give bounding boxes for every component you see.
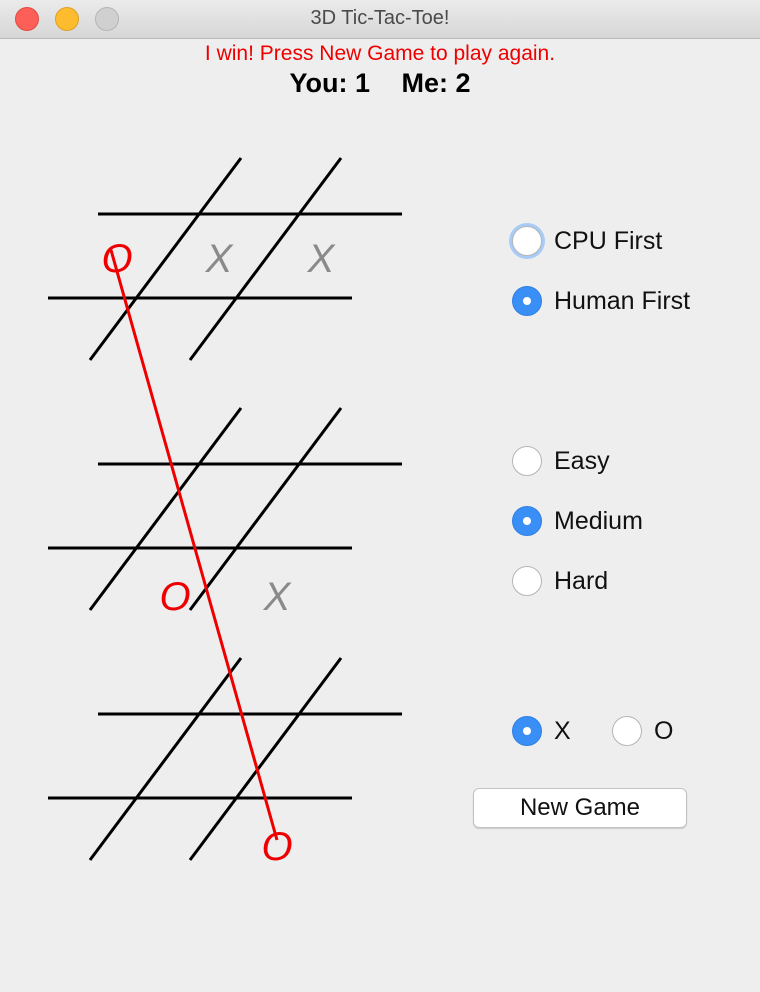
radio-circle[interactable]	[512, 506, 542, 536]
play-as-o-label: O	[654, 716, 674, 745]
easy-radio[interactable]: Easy	[512, 446, 610, 476]
x-mark: X	[307, 237, 336, 281]
game-board[interactable]: O X XO XO	[0, 0, 460, 900]
human-first-radio[interactable]: Human First	[512, 286, 690, 316]
cpu-first-radio[interactable]: CPU First	[512, 226, 662, 256]
radio-circle[interactable]	[512, 226, 542, 256]
play-as-x-radio[interactable]: X	[512, 716, 571, 746]
x-mark: X	[263, 575, 292, 619]
radio-circle[interactable]	[512, 286, 542, 316]
hard-radio[interactable]: Hard	[512, 566, 608, 596]
x-mark: X	[205, 237, 234, 281]
radio-circle[interactable]	[512, 446, 542, 476]
cpu-first-label: CPU First	[554, 226, 663, 255]
radio-circle[interactable]	[612, 716, 642, 746]
medium-label: Medium	[554, 506, 643, 535]
o-mark: O	[261, 825, 292, 869]
play-as-o-radio[interactable]: O	[612, 716, 673, 746]
new-game-button[interactable]: New Game	[473, 788, 687, 828]
radio-circle[interactable]	[512, 716, 542, 746]
easy-label: Easy	[554, 446, 610, 475]
medium-radio[interactable]: Medium	[512, 506, 643, 536]
human-first-label: Human First	[554, 286, 691, 315]
grid-line	[88, 657, 243, 861]
o-mark: O	[159, 575, 190, 619]
winning-line	[109, 249, 279, 841]
play-as-x-label: X	[554, 716, 571, 745]
hard-label: Hard	[554, 566, 609, 595]
radio-circle[interactable]	[512, 566, 542, 596]
